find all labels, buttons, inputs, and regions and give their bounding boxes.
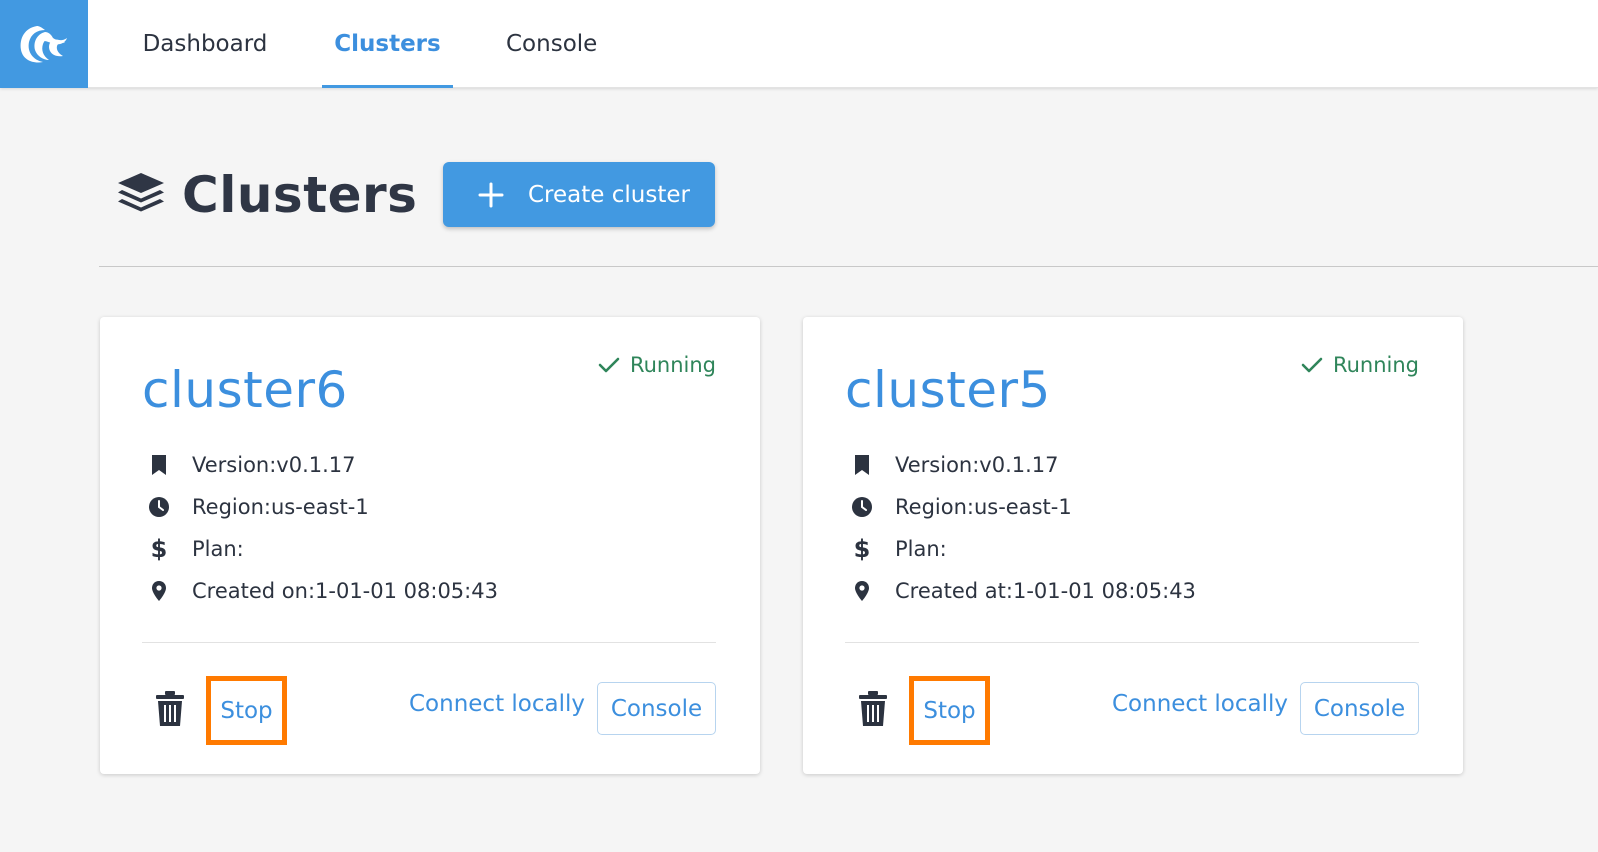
dollar-icon: $ bbox=[853, 535, 871, 563]
card-divider bbox=[142, 642, 716, 643]
connect-locally-link[interactable]: Connect locally bbox=[409, 691, 585, 717]
card-divider bbox=[845, 642, 1419, 643]
plus-icon bbox=[478, 182, 504, 208]
layers-icon bbox=[116, 171, 166, 219]
created-text: Created on:1-01-01 08:05:43 bbox=[192, 579, 498, 603]
map-pin-icon bbox=[851, 580, 873, 602]
stop-button[interactable]: Stop bbox=[206, 676, 287, 745]
bookmark-icon bbox=[148, 454, 170, 476]
plan-text: Plan: bbox=[895, 537, 947, 561]
status-text: Running bbox=[629, 353, 716, 377]
plan-row: $ Plan: bbox=[148, 535, 244, 563]
created-text: Created at:1-01-01 08:05:43 bbox=[895, 579, 1196, 603]
plan-text: Plan: bbox=[192, 537, 244, 561]
status-text: Running bbox=[1332, 353, 1419, 377]
cluster-name[interactable]: cluster6 bbox=[142, 361, 348, 419]
wave-logo-icon[interactable] bbox=[0, 0, 88, 88]
top-nav-bar: Dashboard Clusters Console bbox=[0, 0, 1598, 88]
console-button[interactable]: Console bbox=[597, 682, 716, 735]
status-badge: Running bbox=[598, 353, 716, 377]
version-text: Version:v0.1.17 bbox=[895, 453, 1059, 477]
stop-button[interactable]: Stop bbox=[909, 676, 990, 745]
nav-clusters[interactable]: Clusters bbox=[322, 0, 453, 88]
status-badge: Running bbox=[1301, 353, 1419, 377]
check-icon bbox=[598, 357, 620, 373]
cluster-card: cluster6 Running Version:v0.1.17 Region:… bbox=[100, 317, 760, 774]
create-cluster-button[interactable]: Create cluster bbox=[443, 162, 715, 227]
bookmark-icon bbox=[851, 454, 873, 476]
region-text: Region:us-east-1 bbox=[192, 495, 369, 519]
trash-icon[interactable] bbox=[857, 691, 889, 727]
region-text: Region:us-east-1 bbox=[895, 495, 1072, 519]
version-text: Version:v0.1.17 bbox=[192, 453, 356, 477]
page-title: Clusters bbox=[182, 166, 418, 224]
console-button[interactable]: Console bbox=[1300, 682, 1419, 735]
check-icon bbox=[1301, 357, 1323, 373]
created-row: Created on:1-01-01 08:05:43 bbox=[148, 577, 498, 605]
create-cluster-label: Create cluster bbox=[528, 181, 690, 208]
dollar-icon: $ bbox=[150, 535, 168, 563]
created-row: Created at:1-01-01 08:05:43 bbox=[851, 577, 1196, 605]
region-row: Region:us-east-1 bbox=[148, 493, 369, 521]
clock-icon bbox=[851, 496, 873, 518]
plan-row: $ Plan: bbox=[851, 535, 947, 563]
version-row: Version:v0.1.17 bbox=[851, 451, 1059, 479]
header-divider bbox=[99, 266, 1598, 267]
cluster-name[interactable]: cluster5 bbox=[845, 361, 1051, 419]
version-row: Version:v0.1.17 bbox=[148, 451, 356, 479]
nav-dashboard[interactable]: Dashboard bbox=[142, 0, 268, 88]
region-row: Region:us-east-1 bbox=[851, 493, 1072, 521]
trash-icon[interactable] bbox=[154, 691, 186, 727]
cluster-card: cluster5 Running Version:v0.1.17 Region:… bbox=[803, 317, 1463, 774]
connect-locally-link[interactable]: Connect locally bbox=[1112, 691, 1288, 717]
map-pin-icon bbox=[148, 580, 170, 602]
page-header: Clusters bbox=[116, 162, 417, 228]
clock-icon bbox=[148, 496, 170, 518]
nav-console[interactable]: Console bbox=[506, 0, 597, 88]
